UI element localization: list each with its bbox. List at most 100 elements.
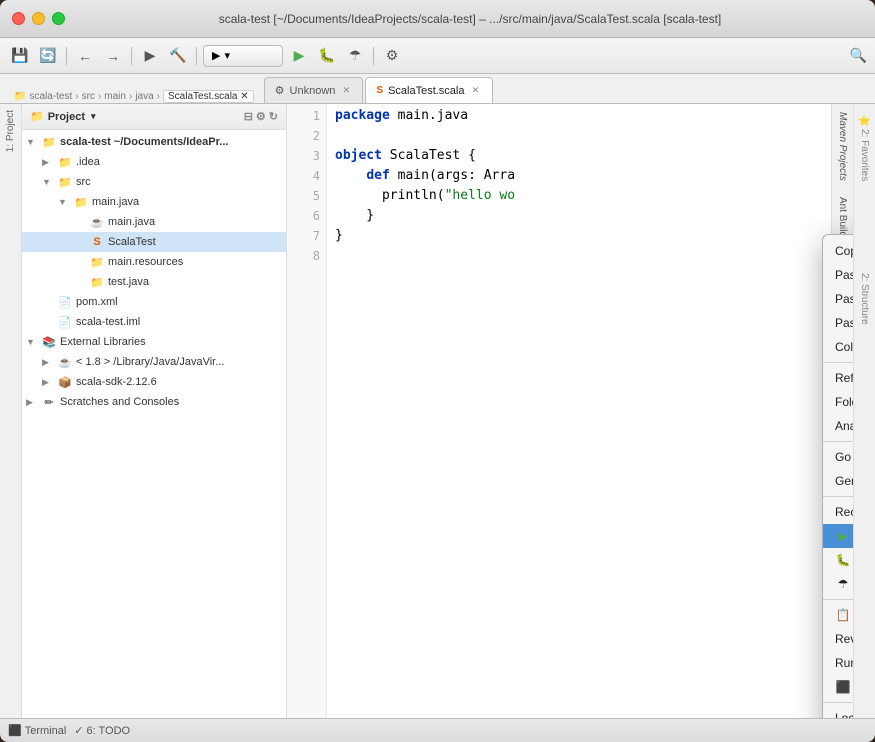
scala-tab[interactable]: S ScalaTest.scala ✕	[365, 77, 492, 103]
menu-item-paste-simple[interactable]: Paste Simple ⌥⌘V	[823, 311, 853, 335]
structure-label[interactable]: 2: Structure	[856, 267, 873, 331]
debug-btn[interactable]: 🐛	[315, 44, 339, 68]
tree-scratches[interactable]: ▶ ✏ Scratches and Consoles	[22, 392, 286, 412]
collapse-icon[interactable]: ⊟	[244, 110, 253, 123]
menu-item-create[interactable]: 📋 Create 'ScalaTest'...	[823, 603, 853, 627]
menu-item-column-selection[interactable]: Column Selection Mode ⇧⌘8	[823, 335, 853, 359]
build-btn[interactable]: 🔨	[166, 44, 190, 68]
menu-sep-1	[823, 362, 853, 363]
project-tab[interactable]: 📁 scala-test › src › main › java › Scala…	[8, 90, 260, 103]
back-btn[interactable]: ←	[73, 44, 97, 68]
menu-label-paste-history: Paste from History...	[835, 292, 853, 306]
todo-tab[interactable]: ✓ 6: TODO	[74, 724, 130, 737]
run-btn[interactable]: ▶	[287, 44, 311, 68]
menu-label-folding: Folding	[835, 395, 853, 409]
menu-label-local-history: Local History	[835, 711, 853, 718]
sync-icon[interactable]: ↻	[269, 110, 278, 123]
project-tree: ▼ 📁 scala-test ~/Documents/IdeaPr... ▶ 📁…	[22, 130, 286, 718]
tree-label-iml: scala-test.iml	[76, 316, 140, 328]
code-line-3: object ScalaTest {	[335, 146, 845, 166]
run-config-btn[interactable]: ▶	[138, 44, 162, 68]
create-icon: 📋	[835, 607, 851, 623]
menu-item-debug[interactable]: 🐛 Debug 'ScalaTest' ^⇧D	[823, 548, 853, 572]
project-header-label: Project	[48, 111, 85, 123]
menu-item-reveal[interactable]: Reveal in Finder	[823, 627, 853, 651]
settings-icon[interactable]: ⚙	[256, 110, 266, 123]
menu-label-reveal: Reveal in Finder	[835, 632, 853, 646]
tree-main[interactable]: ▼ 📁 main.java	[22, 192, 286, 212]
unknown-tab-close[interactable]: ✕	[340, 85, 352, 97]
tabbar: 📁 scala-test › src › main › java › Scala…	[0, 74, 875, 104]
tree-test-java[interactable]: ▶ 📁 test.java	[22, 272, 286, 292]
menu-label-goto: Go To	[835, 450, 853, 464]
menu-item-analyze[interactable]: Analyze ▶	[823, 414, 853, 438]
toolbar-sep-1	[66, 47, 67, 65]
coverage-btn[interactable]: ☂	[343, 44, 367, 68]
menu-item-paste[interactable]: Paste ⌘V	[823, 263, 853, 287]
tree-jdk[interactable]: ▶ ☕ < 1.8 > /Library/Java/JavaVir...	[22, 352, 286, 372]
menu-item-coverage[interactable]: ☂ Run 'ScalaTest' with Coverage	[823, 572, 853, 596]
tree-iml[interactable]: ▶ 📄 scala-test.iml	[22, 312, 286, 332]
tree-label-scratches: Scratches and Consoles	[60, 396, 179, 408]
tree-pom[interactable]: ▶ 📄 pom.xml	[22, 292, 286, 312]
java-label: java	[135, 91, 153, 102]
search-btn[interactable]: 🔍	[850, 47, 867, 64]
tree-ext-libs[interactable]: ▼ 📚 External Libraries	[22, 332, 286, 352]
tree-label-scala-sdk: scala-sdk-2.12.6	[76, 376, 157, 388]
todo-label: 6: TODO	[87, 725, 131, 737]
menu-sep-2	[823, 441, 853, 442]
project-panel: 📁 Project ▾ ⊟ ⚙ ↻ ▼ 📁 scala-test ~/Docum…	[22, 104, 287, 718]
tree-label-scala-test: ScalaTest	[108, 236, 156, 248]
dropdown-arrow-icon: ▾	[224, 49, 230, 62]
tree-idea[interactable]: ▶ 📁 .idea	[22, 152, 286, 172]
settings-btn[interactable]: ⚙	[380, 44, 404, 68]
terminal-tab[interactable]: ⬛ Terminal	[8, 724, 66, 737]
save-all-btn[interactable]: 💾	[8, 44, 32, 68]
sync-btn[interactable]: 🔄	[36, 44, 60, 68]
file-tab-label: ScalaTest.scala ✕	[163, 90, 254, 103]
close-button[interactable]	[12, 12, 25, 25]
maximize-button[interactable]	[52, 12, 65, 25]
menu-item-refactor[interactable]: Refactor ▶	[823, 366, 853, 390]
unknown-tab-label: Unknown	[290, 85, 336, 97]
menu-item-run[interactable]: ▶ Run 'ScalaTest' ^⇧R	[823, 524, 853, 548]
tree-icon-test-java: 📁	[89, 275, 105, 289]
tree-arrow-jdk: ▶	[42, 357, 54, 368]
tree-label-test-java: test.java	[108, 276, 149, 288]
tree-icon-src: 📁	[57, 175, 73, 189]
menu-item-goto[interactable]: Go To ▶	[823, 445, 853, 469]
tree-main-resources[interactable]: ▶ 📁 main.resources	[22, 252, 286, 272]
menu-item-terminal[interactable]: ⬛ Open in terminal	[823, 675, 853, 699]
scala-tab-close[interactable]: ✕	[470, 85, 482, 97]
header-dropdown-icon[interactable]: ▾	[91, 111, 96, 122]
todo-icon: ✓	[74, 724, 83, 737]
tree-icon-scala-sdk: 📦	[57, 375, 73, 389]
favorites-label[interactable]: ⭐ 2: Favorites	[856, 108, 873, 187]
tree-main-java[interactable]: ▶ ☕ main.java	[22, 212, 286, 232]
menu-item-folding[interactable]: Folding ▶	[823, 390, 853, 414]
run-config-dropdown[interactable]: ▶ ▾	[203, 45, 283, 67]
line-numbers: 1 2 3 4 5 6 7 8	[287, 104, 327, 718]
menu-item-local-history[interactable]: Local History ▶	[823, 706, 853, 718]
maven-label[interactable]: Maven Projects	[834, 104, 851, 189]
tree-src[interactable]: ▼ 📁 src	[22, 172, 286, 192]
tree-icon-idea: 📁	[57, 155, 73, 169]
unknown-tab[interactable]: ⚙ Unknown ✕	[264, 77, 364, 103]
menu-item-scala-console[interactable]: Run Scala Console ⇧⌘D	[823, 651, 853, 675]
project-panel-label[interactable]: 1: Project	[3, 104, 18, 158]
forward-btn[interactable]: →	[101, 44, 125, 68]
tree-label-ext-libs: External Libraries	[60, 336, 146, 348]
menu-item-copy-reference[interactable]: Copy Reference ⌥⇧⌘C	[823, 239, 853, 263]
menu-item-recompile[interactable]: Recompile 'ScalaTest.scala' ⇧⌘F9	[823, 500, 853, 524]
menu-label-refactor: Refactor	[835, 371, 853, 385]
code-area[interactable]: package main.java object ScalaTest { def…	[327, 104, 853, 718]
minimize-button[interactable]	[32, 12, 45, 25]
menu-item-paste-history[interactable]: Paste from History... ⇧⌘V	[823, 287, 853, 311]
tree-root[interactable]: ▼ 📁 scala-test ~/Documents/IdeaPr...	[22, 132, 286, 152]
main-area: 1: Project 📁 Project ▾ ⊟ ⚙ ↻ ▼ 📁 scala-t…	[0, 104, 875, 718]
tree-icon-iml: 📄	[57, 315, 73, 329]
menu-sep-5	[823, 702, 853, 703]
menu-item-generate[interactable]: Generate... ⌘N	[823, 469, 853, 493]
tree-scala-test[interactable]: ▶ S ScalaTest	[22, 232, 286, 252]
tree-scala-sdk[interactable]: ▶ 📦 scala-sdk-2.12.6	[22, 372, 286, 392]
